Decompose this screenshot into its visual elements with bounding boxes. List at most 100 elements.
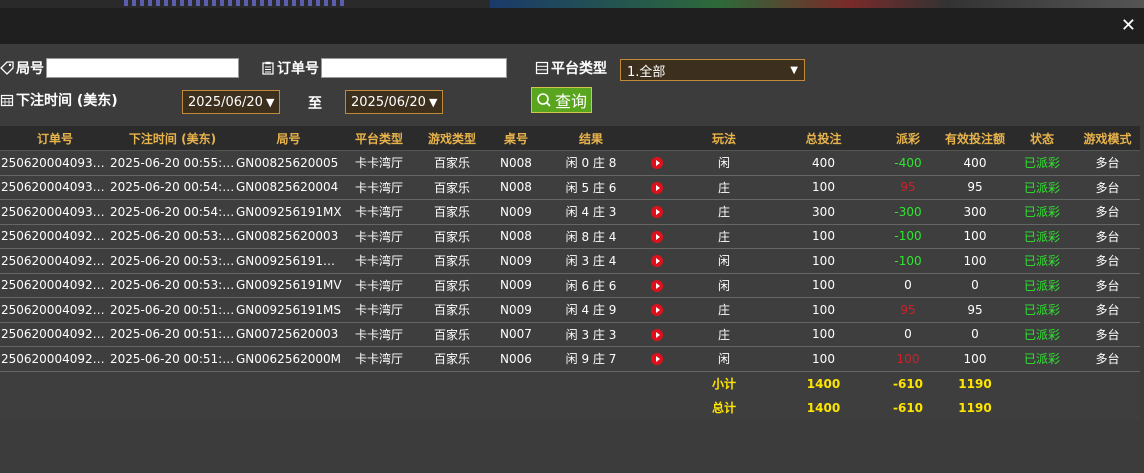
total-bet: 100	[772, 248, 875, 274]
total-payout: -610	[892, 400, 924, 415]
table-number: N007	[488, 322, 544, 347]
play-type: 庄	[676, 199, 772, 225]
table-row[interactable]: 250620004092774 2025-06-20 00:51:18 GN0072…	[0, 322, 1140, 347]
background-strip	[0, 0, 1144, 8]
video-play-icon[interactable]	[651, 353, 663, 366]
subtotal-bet: 1400	[806, 376, 841, 391]
column-header[interactable]: 订单号	[0, 126, 110, 151]
table-row[interactable]: 250620004092978 2025-06-20 00:53:38 GN0092…	[0, 248, 1140, 274]
platform-label: 平台类型	[535, 58, 607, 78]
table-row[interactable]: 250620004093101 2025-06-20 00:55:13 GN0082…	[0, 150, 1140, 176]
round-number: GN00825620004	[235, 175, 342, 200]
video-play-icon[interactable]	[651, 157, 663, 170]
bet-time: 2025-06-20 00:54:29	[110, 199, 235, 225]
column-header[interactable]: 游戏类型	[416, 126, 488, 151]
valid-bet: 300	[941, 199, 1009, 225]
column-header[interactable]: 游戏模式	[1075, 126, 1140, 151]
column-header[interactable]: 结果	[544, 126, 638, 151]
video-play-icon[interactable]	[651, 181, 663, 194]
to-label: 至	[308, 96, 322, 112]
column-header[interactable]: 局号	[235, 126, 342, 151]
subtotal-label: 小计	[711, 377, 736, 391]
search-icon	[537, 93, 551, 107]
video-replay-cell	[638, 175, 676, 200]
total-bet: 100	[772, 273, 875, 298]
video-play-icon[interactable]	[651, 206, 663, 219]
bet-record-panel: 局号 订单号 平台类型 1.全部 ▼ 下注时间 (美东) 2025/06/20 …	[0, 44, 1144, 473]
order-input[interactable]	[321, 58, 507, 78]
video-replay-cell	[638, 199, 676, 225]
bet-records-table: 订单号 下注时间 (美东) 局号 平台类型 游戏类型 桌号 结果 玩法 总投注 …	[0, 126, 1140, 420]
game-mode: 多台	[1075, 273, 1140, 298]
play-type: 闲	[676, 150, 772, 176]
video-play-icon[interactable]	[651, 230, 663, 243]
payout: -100	[875, 248, 941, 274]
column-header[interactable]: 状态	[1009, 126, 1075, 151]
platform-type: 卡卡湾厅	[342, 248, 416, 274]
platform-select[interactable]: 1.全部 ▼	[620, 59, 805, 81]
column-header[interactable]: 玩法	[676, 126, 772, 151]
game-type: 百家乐	[416, 248, 488, 274]
round-label: 局号	[0, 58, 44, 78]
table-row[interactable]: 250620004092983 2025-06-20 00:53:44 GN0082…	[0, 224, 1140, 249]
query-button[interactable]: 查询	[531, 87, 593, 113]
play-type: 闲	[676, 273, 772, 298]
column-header[interactable]: 下注时间 (美东)	[110, 126, 235, 151]
game-mode: 多台	[1075, 175, 1140, 200]
video-replay-cell	[638, 273, 676, 298]
column-header[interactable]: 总投注	[772, 126, 875, 151]
round-number: GN009256191MV	[235, 273, 342, 298]
game-type: 百家乐	[416, 224, 488, 249]
close-icon[interactable]: ✕	[1121, 17, 1136, 35]
table-row[interactable]: 250620004092777 2025-06-20 00:51:20 GN0092…	[0, 297, 1140, 323]
column-header[interactable]: 桌号	[488, 126, 544, 151]
result: 闲 3 庄 3	[544, 322, 638, 347]
column-header[interactable]: 平台类型	[342, 126, 416, 151]
video-play-icon[interactable]	[651, 279, 663, 292]
game-mode: 多台	[1075, 224, 1140, 249]
video-replay-cell	[638, 248, 676, 274]
platform-type: 卡卡湾厅	[342, 297, 416, 323]
game-type: 百家乐	[416, 346, 488, 372]
payout: 100	[875, 346, 941, 372]
payout: 0	[875, 322, 941, 347]
game-mode: 多台	[1075, 248, 1140, 274]
table-row[interactable]: 250620004092771 2025-06-20 00:51:18 GN0062…	[0, 346, 1140, 372]
payout: -400	[875, 150, 941, 176]
subtotal-payout: -610	[892, 376, 924, 391]
subtotal-valid: 1190	[958, 376, 992, 391]
subtotal-row: 小计 1400 -610 1190	[0, 371, 1140, 396]
order-number: 250620004093052	[0, 175, 110, 200]
round-number: GN0062562000M	[235, 346, 342, 372]
column-header	[638, 126, 676, 151]
play-type: 闲	[676, 248, 772, 274]
video-replay-cell	[638, 150, 676, 176]
payout: 95	[875, 175, 941, 200]
total-bet: 100	[772, 175, 875, 200]
status: 已派彩	[1009, 322, 1075, 347]
game-mode: 多台	[1075, 322, 1140, 347]
server-icon	[535, 61, 549, 75]
round-number: GN00825620005	[235, 150, 342, 176]
video-play-icon[interactable]	[651, 328, 663, 341]
round-input[interactable]	[46, 58, 239, 78]
order-number: 250620004092983	[0, 224, 110, 249]
result: 闲 3 庄 4	[544, 248, 638, 274]
date-from-picker[interactable]: 2025/06/20 ▼	[182, 90, 281, 114]
platform-type: 卡卡湾厅	[342, 199, 416, 225]
column-header[interactable]: 派彩	[875, 126, 941, 151]
table-row[interactable]: 250620004093050 2025-06-20 00:54:29 GN0092…	[0, 199, 1140, 225]
order-number: 250620004092777	[0, 297, 110, 323]
chevron-down-icon: ▼	[265, 95, 275, 109]
table-number: N009	[488, 273, 544, 298]
table-row[interactable]: 250620004092936 2025-06-20 00:53:05 GN0092…	[0, 273, 1140, 298]
date-to-picker[interactable]: 2025/06/20 ▼	[345, 90, 444, 114]
background-image	[490, 0, 1144, 8]
table-row[interactable]: 250620004093052 2025-06-20 00:54:31 GN0082…	[0, 175, 1140, 200]
video-play-icon[interactable]	[651, 304, 663, 317]
column-header[interactable]: 有效投注额	[941, 126, 1009, 151]
order-number: 250620004093101	[0, 150, 110, 176]
game-mode: 多台	[1075, 346, 1140, 372]
round-number: GN00725620003	[235, 322, 342, 347]
video-play-icon[interactable]	[651, 255, 663, 268]
